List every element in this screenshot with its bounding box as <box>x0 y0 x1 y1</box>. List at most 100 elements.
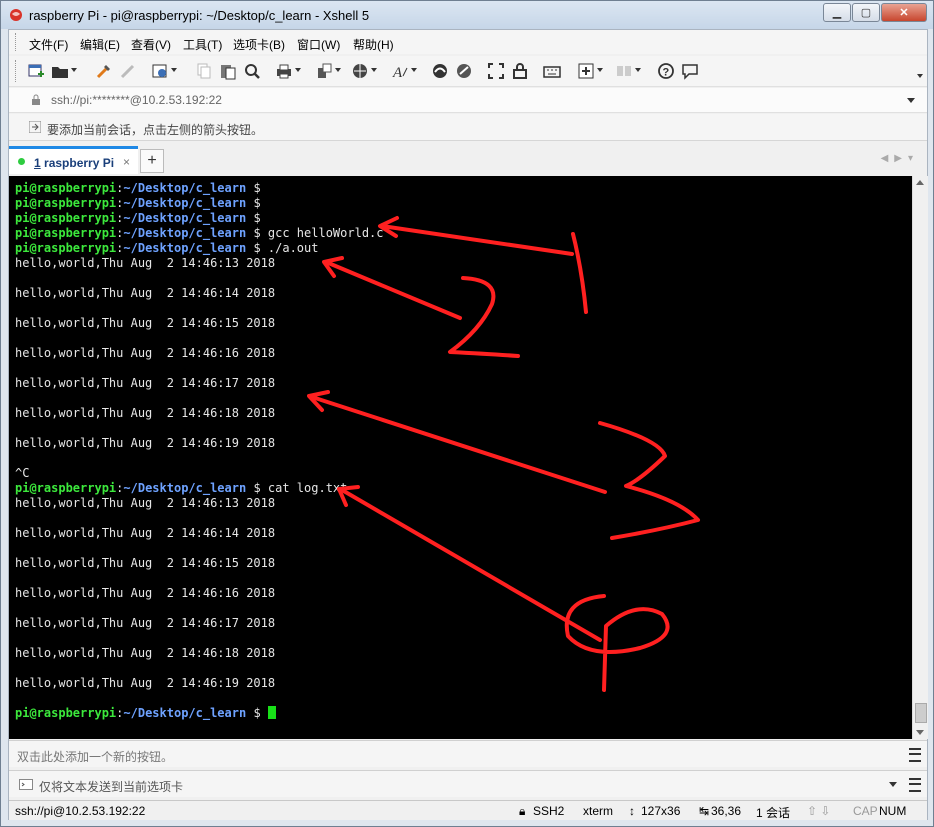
quick-command-hint[interactable]: 双击此处添加一个新的按钮。 <box>17 748 173 765</box>
globe-button[interactable] <box>351 62 377 80</box>
status-size-icon: ↕ <box>629 804 635 818</box>
connect-button[interactable] <box>95 62 113 80</box>
title-bar[interactable]: raspberry Pi - pi@raspberrypi: ~/Desktop… <box>1 1 933 29</box>
terminal-cursor <box>267 706 276 719</box>
maximize-button[interactable]: ▢ <box>852 3 880 22</box>
menu-help[interactable]: 帮助(H) <box>353 36 394 53</box>
copy-icon <box>197 63 211 79</box>
compose-icon <box>19 779 33 790</box>
xshell-app-icon <box>10 9 22 21</box>
status-sessions: 1 会话 <box>756 806 791 820</box>
add-session-arrow-icon[interactable] <box>29 121 41 133</box>
scroll-down-icon[interactable] <box>916 730 924 735</box>
layout-button[interactable] <box>615 62 641 80</box>
new-tab-button[interactable]: + <box>140 149 164 173</box>
terminal-output-line: hello,world,Thu Aug 2 14:46:13 2018 <box>15 496 384 511</box>
toolbar: A ? <box>9 56 927 87</box>
fullscreen-button[interactable] <box>487 62 505 80</box>
status-connection: ssh://pi@10.2.53.192:22 <box>15 804 146 818</box>
chat-button[interactable] <box>681 62 699 80</box>
status-nav-arrows-icon[interactable]: ⇧ ⇩ <box>807 804 830 818</box>
chevron-down-icon <box>171 68 177 72</box>
address-bar[interactable]: ssh://pi:********@10.2.53.192:22 <box>9 88 927 113</box>
menu-window[interactable]: 窗口(W) <box>297 36 340 53</box>
terminal-prompt-line: pi@raspberrypi:~/Desktop/c_learn $ ./a.o… <box>15 241 384 256</box>
tab-bar: 1 raspberry Pi × + ◀▶▾ <box>9 146 927 174</box>
compose-target-text[interactable]: 仅将文本发送到当前选项卡 <box>39 778 183 795</box>
output-text: hello,world,Thu Aug 2 14:46:15 2018 <box>15 316 276 330</box>
chevron-down-icon <box>71 68 77 72</box>
terminal-output-line: hello,world,Thu Aug 2 14:46:16 2018 <box>15 586 384 601</box>
new-session-button[interactable] <box>27 62 45 80</box>
menubar-grip[interactable] <box>15 33 19 51</box>
output-text: hello,world,Thu Aug 2 14:46:19 2018 <box>15 676 276 690</box>
open-folder-button[interactable] <box>51 62 77 80</box>
help-icon: ? <box>658 63 674 79</box>
terminal-output-line: hello,world,Thu Aug 2 14:46:15 2018 <box>15 316 384 331</box>
help-button[interactable]: ? <box>657 62 675 80</box>
app-body: 文件(F) 编辑(E) 查看(V) 工具(T) 选项卡(B) 窗口(W) 帮助(… <box>8 29 928 820</box>
tab-nav-arrows-icon[interactable]: ◀▶▾ <box>881 153 919 164</box>
menu-file[interactable]: 文件(F) <box>29 36 68 53</box>
minimize-button[interactable]: ▁ <box>823 3 851 22</box>
terminal-prompt-line: pi@raspberrypi:~/Desktop/c_learn $ gcc h… <box>15 226 384 241</box>
prompt-path: ~/Desktop/c_learn <box>123 211 247 225</box>
terminal-output-line: hello,world,Thu Aug 2 14:46:17 2018 <box>15 376 384 391</box>
maximize-icon: ▢ <box>860 7 872 19</box>
quick-command-bar[interactable]: 双击此处添加一个新的按钮。 <box>9 740 927 767</box>
prompt-path: ~/Desktop/c_learn <box>123 481 247 495</box>
hamburger-menu-icon[interactable] <box>909 778 921 792</box>
session-properties-button[interactable] <box>151 62 177 80</box>
menu-tools[interactable]: 工具(T) <box>183 36 222 53</box>
output-text: hello,world,Thu Aug 2 14:46:18 2018 <box>15 646 276 660</box>
address-dropdown-icon[interactable] <box>907 98 915 103</box>
prompt-symbol: $ <box>246 196 268 210</box>
address-input[interactable]: ssh://pi:********@10.2.53.192:22 <box>51 93 222 107</box>
xmanager-button[interactable] <box>455 62 473 80</box>
paste-button[interactable] <box>219 62 237 80</box>
hamburger-menu-icon[interactable] <box>909 748 921 762</box>
toolbar-overflow-icon[interactable] <box>917 74 923 78</box>
copy-button[interactable] <box>195 62 213 80</box>
output-text: hello,world,Thu Aug 2 14:46:13 2018 <box>15 496 276 510</box>
font-icon: A <box>392 65 408 81</box>
terminal-output[interactable]: pi@raspberrypi:~/Desktop/c_learn $ pi@ra… <box>9 176 912 739</box>
find-button[interactable] <box>243 62 261 80</box>
tab-raspberry-pi[interactable]: 1 raspberry Pi × <box>9 146 138 174</box>
font-button[interactable]: A <box>391 62 417 81</box>
scroll-thumb[interactable] <box>915 703 927 723</box>
toolbar-grip[interactable] <box>15 60 19 82</box>
printer-icon <box>277 64 291 79</box>
output-text: hello,world,Thu Aug 2 14:46:19 2018 <box>15 436 276 450</box>
terminal-scrollbar[interactable] <box>912 176 928 739</box>
terminal-output-line: hello,world,Thu Aug 2 14:46:19 2018 <box>15 436 384 451</box>
print-button[interactable] <box>275 62 301 80</box>
scroll-up-icon[interactable] <box>916 180 924 185</box>
output-text: hello,world,Thu Aug 2 14:46:14 2018 <box>15 286 276 300</box>
menu-tabs[interactable]: 选项卡(B) <box>233 36 285 53</box>
connected-status-icon <box>18 158 25 165</box>
prompt-path: ~/Desktop/c_learn <box>123 196 247 210</box>
menu-view[interactable]: 查看(V) <box>131 36 171 53</box>
xshell-window: raspberry Pi - pi@raspberrypi: ~/Desktop… <box>0 0 934 827</box>
status-size: 127x36 <box>641 804 681 818</box>
prompt-path: ~/Desktop/c_learn <box>123 241 247 255</box>
add-button-tool[interactable] <box>577 62 603 80</box>
compose-dropdown-icon[interactable] <box>889 782 897 787</box>
lock-button[interactable] <box>511 62 529 80</box>
prompt-symbol: $ <box>246 226 268 240</box>
xftp-button[interactable] <box>431 62 449 80</box>
keyboard-button[interactable] <box>543 62 561 80</box>
close-window-button[interactable]: ✕ <box>881 3 927 22</box>
tab-close-icon[interactable]: × <box>123 155 130 169</box>
prompt-symbol: $ <box>246 241 268 255</box>
menu-edit[interactable]: 编辑(E) <box>80 36 120 53</box>
transfer-button[interactable] <box>315 62 341 80</box>
disconnect-button[interactable] <box>119 62 137 80</box>
compose-bar[interactable]: 仅将文本发送到当前选项卡 <box>9 770 927 797</box>
tab-title: raspberry Pi <box>40 156 115 170</box>
